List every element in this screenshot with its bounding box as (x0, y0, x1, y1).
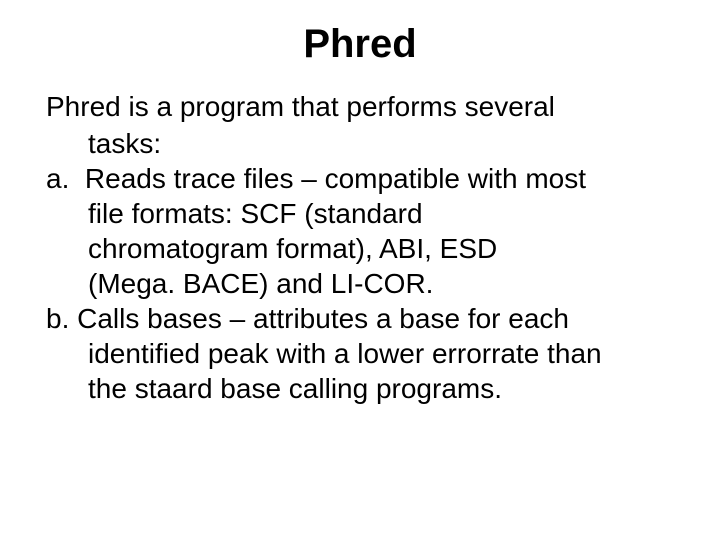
list-item-a: a. Reads trace files – compatible with m… (46, 161, 674, 196)
list-item-b-cont1: identified peak with a lower errorrate t… (46, 336, 674, 371)
slide-body: Phred is a program that performs several… (46, 89, 674, 406)
list-item-a-cont1: file formats: SCF (standard (46, 196, 674, 231)
intro-text: Phred is a program that performs several (46, 89, 674, 124)
intro-text-2: tasks: (46, 126, 674, 161)
list-item-a-cont3: (Mega. BACE) and LI-COR. (46, 266, 674, 301)
slide-title: Phred (46, 22, 674, 67)
list-item-b: b. Calls bases – attributes a base for e… (46, 301, 674, 336)
slide: Phred Phred is a program that performs s… (0, 0, 720, 540)
list-item-a-cont2: chromatogram format), ABI, ESD (46, 231, 674, 266)
list-item-b-cont2: the staard base calling programs. (46, 371, 674, 406)
